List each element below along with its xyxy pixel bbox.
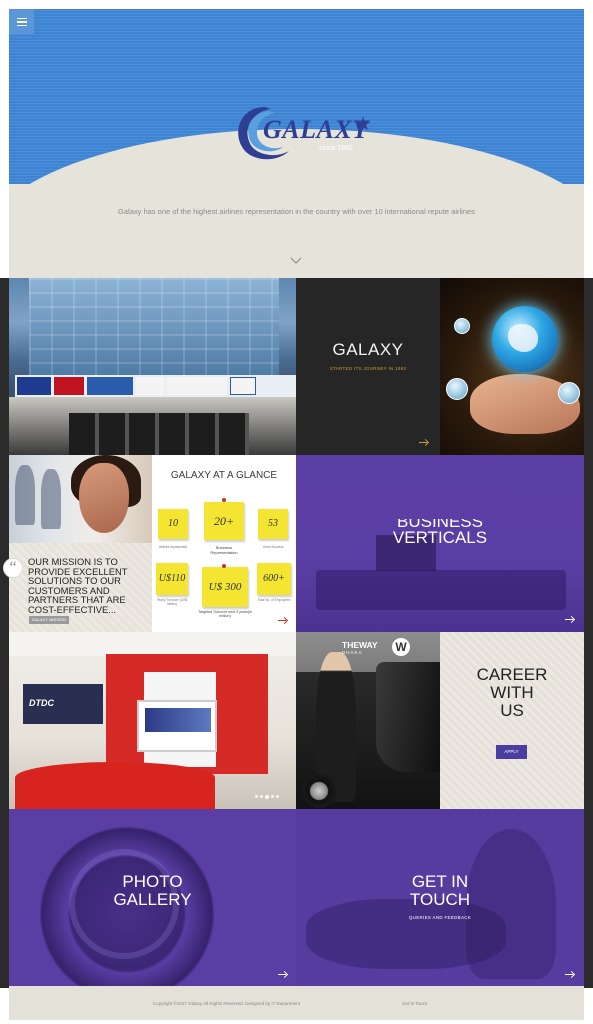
mission-text: OUR MISSION IS TO PROVIDE EXCELLENT SOLU… — [28, 556, 128, 615]
bg-person-1 — [15, 465, 35, 525]
hero-banner: GALAXY since 1962 Galaxy has one of the … — [9, 9, 584, 278]
agent-face — [79, 463, 129, 533]
office-ceiling — [9, 632, 296, 656]
bubble-top — [454, 318, 470, 334]
logo-since: since 1962 — [319, 145, 353, 152]
slider-dot[interactable] — [276, 795, 279, 798]
building-entrance — [69, 413, 249, 455]
note-caption: Total No. of Employees — [257, 598, 291, 602]
sign-white — [136, 377, 164, 395]
sign-galaxy — [17, 377, 51, 395]
pin-icon — [222, 498, 226, 502]
note-caption: Targeted Turnover next 3 years(in millio… — [198, 610, 252, 618]
arrow-right-icon[interactable] — [278, 971, 288, 977]
get-in-touch-title: GET IN TOUCH — [409, 872, 471, 909]
office-counter — [15, 762, 215, 809]
mission-button[interactable]: GALAXY MISSION — [29, 616, 69, 624]
footer-get-in-touch-link[interactable]: Get In Touch — [402, 1001, 427, 1006]
footer: Copyright ©2017 Galaxy All Rights Reserv… — [9, 986, 584, 1020]
get-in-touch-tile[interactable]: GET IN TOUCH QUERIES AND FEEDBACK — [296, 809, 584, 986]
bg-person-2 — [41, 469, 61, 529]
photo-gallery-title: PHOTO GALLERY — [113, 872, 192, 909]
quote-icon: “ — [3, 558, 23, 578]
note-caption: Airlines represented — [158, 545, 188, 549]
note-business: 20+ — [204, 502, 244, 540]
pin-icon — [222, 564, 226, 568]
career-title: CAREER WITH US — [476, 665, 548, 720]
airline-signboards — [15, 375, 296, 397]
career-tile: CAREER WITH US APPLY — [440, 632, 584, 809]
sign-airline — [54, 377, 84, 395]
office-building-photo — [9, 278, 296, 455]
note-employees: 600+ — [257, 563, 291, 595]
bg-desk — [316, 570, 566, 610]
arrow-right-icon[interactable] — [565, 616, 575, 622]
theway-car-photo[interactable]: THEWAY DHAKA W — [296, 632, 440, 809]
sign-right — [230, 377, 256, 395]
hero-tagline: Galaxy has one of the highest airlines r… — [118, 207, 475, 216]
note-caption: Yearly Turnover (US$ million) — [156, 598, 188, 606]
note-years: 53 — [258, 509, 288, 539]
bubble-right — [558, 382, 580, 404]
theway-w-icon: W — [392, 638, 410, 656]
business-verticals-tile[interactable]: BUSINESS VERTICALS — [296, 455, 584, 632]
business-verticals-title: BUSINESS VERTICALS — [392, 519, 488, 547]
photo-gallery-tile[interactable]: PHOTO GALLERY — [9, 809, 296, 986]
building-glass — [29, 278, 279, 378]
get-in-touch-subtitle: QUERIES AND FEEDBACK — [408, 915, 472, 920]
arrow-right-icon[interactable] — [278, 617, 288, 623]
galaxy-logo[interactable]: GALAXY since 1962 — [231, 101, 371, 163]
arrow-right-icon[interactable] — [419, 439, 429, 445]
slider-dots[interactable] — [255, 794, 279, 799]
slider-dot-active[interactable] — [265, 794, 269, 799]
apply-button[interactable]: APPLY — [496, 745, 527, 759]
glance-title: GALAXY AT A GLANCE — [170, 470, 278, 481]
globe-in-hand-photo — [440, 278, 584, 455]
galaxy-tile-subtitle: STARTED ITS JOURNEY IN 1962 — [329, 366, 407, 371]
logo-wordmark: GALAXY — [263, 115, 369, 144]
hamburger-icon — [16, 17, 27, 26]
slider-dot[interactable] — [271, 795, 274, 798]
office-reception-photo: DTDC — [9, 632, 296, 809]
chevron-down-icon[interactable] — [290, 255, 302, 267]
galaxy-tile-title: GALAXY — [332, 340, 404, 359]
slider-dot[interactable] — [260, 795, 263, 798]
footer-copyright: Copyright ©2017 Galaxy All Rights Reserv… — [153, 1001, 301, 1006]
note-turnover: U$110 — [156, 563, 188, 595]
office-dtdc-sign: DTDC — [23, 684, 103, 724]
support-agent-photo — [9, 455, 152, 543]
galaxy-about-tile[interactable]: GALAXY STARTED ITS JOURNEY IN 1962 — [296, 278, 440, 455]
theway-logo: THEWAY DHAKA — [342, 640, 378, 655]
glance-tile[interactable]: GALAXY AT A GLANCE 10 Airlines represent… — [152, 455, 296, 632]
sign-oman-air — [87, 377, 133, 395]
page: GALAXY since 1962 Galaxy has one of the … — [0, 0, 593, 1024]
menu-button[interactable] — [9, 9, 34, 34]
office-screen — [137, 700, 217, 752]
note-caption: Business Representation — [210, 545, 238, 555]
car-door — [376, 662, 440, 772]
note-caption: Years Success — [262, 545, 284, 549]
note-target: U$ 300 — [202, 567, 248, 607]
globe-icon — [492, 306, 558, 372]
sign-white-2 — [167, 377, 227, 395]
bubble-left — [446, 378, 468, 400]
slider-dot[interactable] — [255, 795, 258, 798]
arrow-right-icon[interactable] — [565, 971, 575, 977]
note-airlines: 10 — [158, 509, 188, 539]
mission-tile: OUR MISSION IS TO PROVIDE EXCELLENT SOLU… — [9, 543, 152, 632]
car-wheel — [302, 774, 336, 808]
